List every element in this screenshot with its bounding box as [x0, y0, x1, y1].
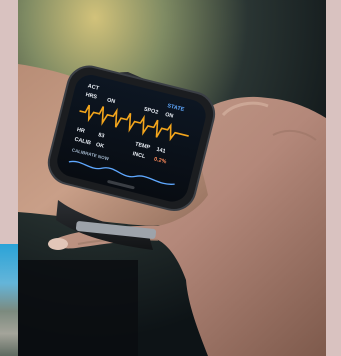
adjacent-thumbnail [0, 244, 18, 356]
right-border [326, 0, 341, 356]
image-frame: ACT STATE HRS ON SPO2 ON HR 83 TEMP 141 … [0, 0, 341, 356]
photo-illustration: ACT STATE HRS ON SPO2 ON HR 83 TEMP 141 … [18, 0, 326, 356]
fingernail [48, 238, 68, 250]
wrist-smartwatch-photo: ACT STATE HRS ON SPO2 ON HR 83 TEMP 141 … [18, 0, 326, 356]
shadow-area [18, 260, 138, 356]
